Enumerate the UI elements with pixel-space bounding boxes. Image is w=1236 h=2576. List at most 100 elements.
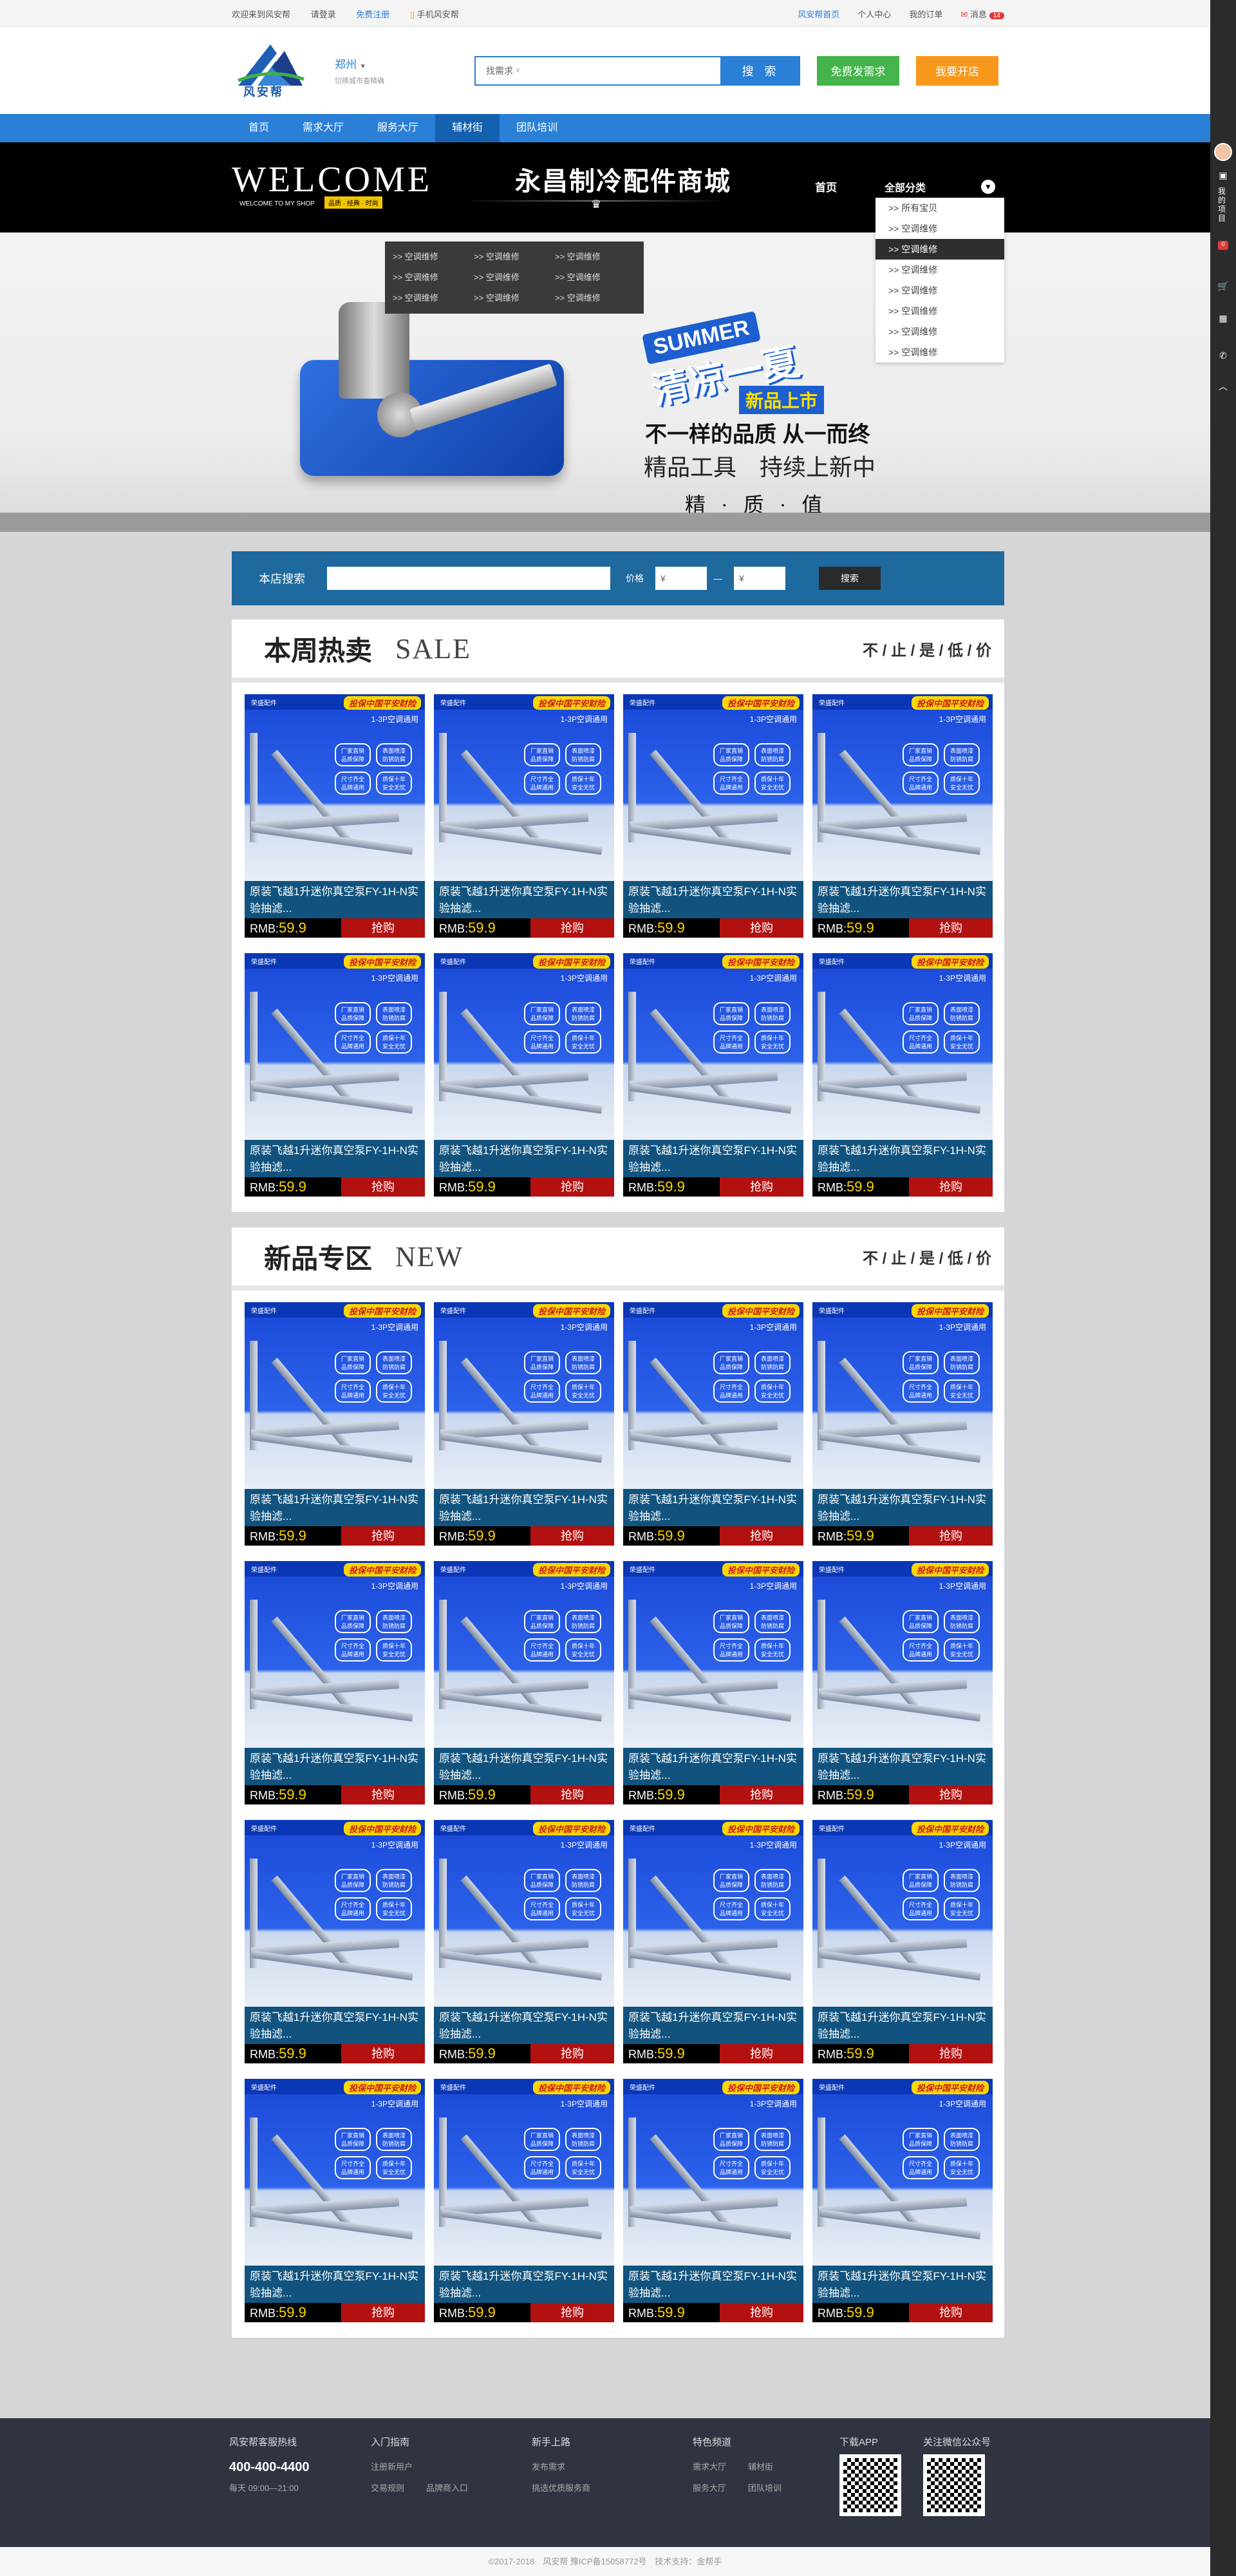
product-card[interactable]: 荣盛配件 投保中国平安财险 1-3P空调通用 厂家直销 品质保障 表面喷漆 防锈… [245, 694, 425, 938]
publish-demand-button[interactable]: 免费发需求 [817, 55, 899, 86]
buy-button[interactable]: 抢购 [909, 2303, 993, 2322]
product-card[interactable]: 荣盛配件 投保中国平安财险 1-3P空调通用 厂家直销 品质保障 表面喷漆 防锈… [623, 2079, 803, 2322]
register-link[interactable]: 免费注册 [356, 10, 389, 19]
buy-button[interactable]: 抢购 [530, 1526, 614, 1546]
buy-button[interactable]: 抢购 [530, 2044, 614, 2063]
logo[interactable]: 风安帮 [232, 42, 309, 100]
avatar[interactable] [1214, 143, 1232, 161]
product-image[interactable]: 荣盛配件 投保中国平安财险 1-3P空调通用 厂家直销 品质保障 表面喷漆 防锈… [812, 694, 993, 881]
price-min-input[interactable]: ¥ [655, 567, 707, 590]
product-image[interactable]: 荣盛配件 投保中国平安财险 1-3P空调通用 厂家直销 品质保障 表面喷漆 防锈… [245, 1302, 425, 1489]
product-name[interactable]: 原装飞越1升迷你真空泵FY-1H-N实验抽滤... [812, 2007, 993, 2044]
open-store-button[interactable]: 我要开店 [916, 55, 998, 86]
buy-button[interactable]: 抢购 [530, 1177, 614, 1197]
product-name[interactable]: 原装飞越1升迷你真空泵FY-1H-N实验抽滤... [623, 2266, 803, 2303]
product-name[interactable]: 原装飞越1升迷你真空泵FY-1H-N实验抽滤... [623, 881, 803, 918]
price-max-input[interactable]: ¥ [734, 567, 785, 590]
product-image[interactable]: 荣盛配件 投保中国平安财险 1-3P空调通用 厂家直销 品质保障 表面喷漆 防锈… [434, 953, 614, 1140]
nav-item-home[interactable]: 首页 [232, 114, 286, 142]
product-card[interactable]: 荣盛配件 投保中国平安财险 1-3P空调通用 厂家直销 品质保障 表面喷漆 防锈… [434, 1820, 614, 2063]
buy-button[interactable]: 抢购 [909, 1177, 993, 1197]
product-name[interactable]: 原装飞越1升迷你真空泵FY-1H-N实验抽滤... [434, 1748, 614, 1785]
shop-home-link[interactable]: 首页 [815, 178, 837, 194]
category-item[interactable]: >> 空调维修 [876, 301, 1004, 321]
product-image[interactable]: 荣盛配件 投保中国平安财险 1-3P空调通用 厂家直销 品质保障 表面喷漆 防锈… [623, 694, 803, 881]
submenu-item[interactable]: >> 空调维修 [474, 288, 555, 308]
footer-link[interactable]: 交易规则 [371, 2481, 404, 2494]
product-image[interactable]: 荣盛配件 投保中国平安财险 1-3P空调通用 厂家直销 品质保障 表面喷漆 防锈… [245, 953, 425, 1140]
nav-item-demand-hall[interactable]: 需求大厅 [286, 114, 360, 142]
footer-link[interactable]: 辅材街 [748, 2460, 773, 2472]
product-image[interactable]: 荣盛配件 投保中国平安财险 1-3P空调通用 厂家直销 品质保障 表面喷漆 防锈… [623, 953, 803, 1140]
product-image[interactable]: 荣盛配件 投保中国平安财险 1-3P空调通用 厂家直销 品质保障 表面喷漆 防锈… [245, 694, 425, 881]
category-item[interactable]: >> 所有宝贝 [876, 198, 1004, 218]
buy-button[interactable]: 抢购 [530, 1785, 614, 1804]
qr-icon[interactable]: ▦ [1217, 313, 1230, 324]
product-name[interactable]: 原装飞越1升迷你真空泵FY-1H-N实验抽滤... [245, 881, 425, 918]
product-image[interactable]: 荣盛配件 投保中国平安财险 1-3P空调通用 厂家直销 品质保障 表面喷漆 防锈… [434, 1820, 614, 2007]
product-card[interactable]: 荣盛配件 投保中国平安财险 1-3P空调通用 厂家直销 品质保障 表面喷漆 防锈… [623, 1302, 803, 1546]
store-search-button[interactable]: 搜索 [819, 567, 881, 590]
city-selector[interactable]: 郑州 ▼ 切换城市查精确 [335, 55, 384, 86]
footer-link[interactable]: 服务大厅 [693, 2481, 726, 2494]
product-name[interactable]: 原装飞越1升迷你真空泵FY-1H-N实验抽滤... [434, 1140, 614, 1177]
product-card[interactable]: 荣盛配件 投保中国平安财险 1-3P空调通用 厂家直销 品质保障 表面喷漆 防锈… [245, 953, 425, 1197]
product-image[interactable]: 荣盛配件 投保中国平安财险 1-3P空调通用 厂家直销 品质保障 表面喷漆 防锈… [245, 1561, 425, 1748]
product-card[interactable]: 荣盛配件 投保中国平安财险 1-3P空调通用 厂家直销 品质保障 表面喷漆 防锈… [812, 1561, 993, 1804]
product-name[interactable]: 原装飞越1升迷你真空泵FY-1H-N实验抽滤... [623, 1140, 803, 1177]
search-button[interactable]: 搜 索 [722, 55, 800, 86]
product-image[interactable]: 荣盛配件 投保中国平安财险 1-3P空调通用 厂家直销 品质保障 表面喷漆 防锈… [434, 2079, 614, 2266]
product-image[interactable]: 荣盛配件 投保中国平安财险 1-3P空调通用 厂家直销 品质保障 表面喷漆 防锈… [812, 953, 993, 1140]
mobile-link[interactable]: ▯ 手机风安帮 [410, 10, 459, 19]
product-card[interactable]: 荣盛配件 投保中国平安财险 1-3P空调通用 厂家直销 品质保障 表面喷漆 防锈… [812, 1820, 993, 2063]
footer-link[interactable]: 挑选优质服务商 [532, 2481, 590, 2494]
product-name[interactable]: 原装飞越1升迷你真空泵FY-1H-N实验抽滤... [434, 2007, 614, 2044]
product-name[interactable]: 原装飞越1升迷你真空泵FY-1H-N实验抽滤... [245, 2007, 425, 2044]
footer-link[interactable]: 需求大厅 [693, 2460, 726, 2472]
store-search-input[interactable] [327, 567, 610, 590]
my-projects-label[interactable]: 我的项目 [1218, 187, 1228, 223]
product-name[interactable]: 原装飞越1升迷你真空泵FY-1H-N实验抽滤... [812, 1748, 993, 1785]
product-card[interactable]: 荣盛配件 投保中国平安财险 1-3P空调通用 厂家直销 品质保障 表面喷漆 防锈… [623, 694, 803, 938]
user-center-link[interactable]: 个人中心 [857, 8, 891, 20]
briefcase-icon[interactable]: ▣ [1217, 170, 1230, 181]
product-card[interactable]: 荣盛配件 投保中国平安财险 1-3P空调通用 厂家直销 品质保障 表面喷漆 防锈… [812, 953, 993, 1197]
category-dropdown-header[interactable]: 全部分类 ▼ [876, 176, 1004, 198]
nav-item-service-hall[interactable]: 服务大厅 [360, 114, 435, 142]
buy-button[interactable]: 抢购 [720, 1785, 803, 1804]
product-name[interactable]: 原装飞越1升迷你真空泵FY-1H-N实验抽滤... [434, 881, 614, 918]
product-image[interactable]: 荣盛配件 投保中国平安财险 1-3P空调通用 厂家直销 品质保障 表面喷漆 防锈… [623, 1820, 803, 2007]
product-image[interactable]: 荣盛配件 投保中国平安财险 1-3P空调通用 厂家直销 品质保障 表面喷漆 防锈… [623, 2079, 803, 2266]
orders-link[interactable]: 我的订单 [909, 8, 942, 20]
category-item[interactable]: >> 空调维修 [876, 218, 1004, 239]
category-item[interactable]: >> 空调维修 [876, 239, 1004, 260]
buy-button[interactable]: 抢购 [341, 1785, 425, 1804]
product-name[interactable]: 原装飞越1升迷你真空泵FY-1H-N实验抽滤... [812, 1489, 993, 1526]
buy-button[interactable]: 抢购 [909, 2044, 993, 2063]
buy-button[interactable]: 抢购 [530, 2303, 614, 2322]
submenu-item[interactable]: >> 空调维修 [555, 288, 636, 308]
buy-button[interactable]: 抢购 [341, 918, 425, 938]
category-item[interactable]: >> 空调维修 [876, 342, 1004, 363]
footer-link[interactable]: 团队培训 [748, 2481, 782, 2494]
buy-button[interactable]: 抢购 [909, 1526, 993, 1546]
product-name[interactable]: 原装飞越1升迷你真空泵FY-1H-N实验抽滤... [245, 1489, 425, 1526]
product-image[interactable]: 荣盛配件 投保中国平安财险 1-3P空调通用 厂家直销 品质保障 表面喷漆 防锈… [812, 1561, 993, 1748]
buy-button[interactable]: 抢购 [341, 1177, 425, 1197]
submenu-item[interactable]: >> 空调维修 [393, 267, 474, 288]
product-name[interactable]: 原装飞越1升迷你真空泵FY-1H-N实验抽滤... [812, 2266, 993, 2303]
phone-icon[interactable]: ✆ [1217, 350, 1230, 361]
product-name[interactable]: 原装飞越1升迷你真空泵FY-1H-N实验抽滤... [245, 2266, 425, 2303]
submenu-item[interactable]: >> 空调维修 [555, 267, 636, 288]
product-card[interactable]: 荣盛配件 投保中国平安财险 1-3P空调通用 厂家直销 品质保障 表面喷漆 防锈… [434, 953, 614, 1197]
product-card[interactable]: 荣盛配件 投保中国平安财险 1-3P空调通用 厂家直销 品质保障 表面喷漆 防锈… [812, 2079, 993, 2322]
product-image[interactable]: 荣盛配件 投保中国平安财险 1-3P空调通用 厂家直销 品质保障 表面喷漆 防锈… [434, 1302, 614, 1489]
product-name[interactable]: 原装飞越1升迷你真空泵FY-1H-N实验抽滤... [623, 1489, 803, 1526]
back-to-top-icon[interactable]: ︿ [1217, 380, 1230, 393]
product-card[interactable]: 荣盛配件 投保中国平安财险 1-3P空调通用 厂家直销 品质保障 表面喷漆 防锈… [245, 2079, 425, 2322]
product-card[interactable]: 荣盛配件 投保中国平安财险 1-3P空调通用 厂家直销 品质保障 表面喷漆 防锈… [434, 694, 614, 938]
product-name[interactable]: 原装飞越1升迷你真空泵FY-1H-N实验抽滤... [245, 1748, 425, 1785]
product-name[interactable]: 原装飞越1升迷你真空泵FY-1H-N实验抽滤... [434, 1489, 614, 1526]
product-name[interactable]: 原装飞越1升迷你真空泵FY-1H-N实验抽滤... [812, 881, 993, 918]
product-card[interactable]: 荣盛配件 投保中国平安财险 1-3P空调通用 厂家直销 品质保障 表面喷漆 防锈… [623, 1820, 803, 2063]
